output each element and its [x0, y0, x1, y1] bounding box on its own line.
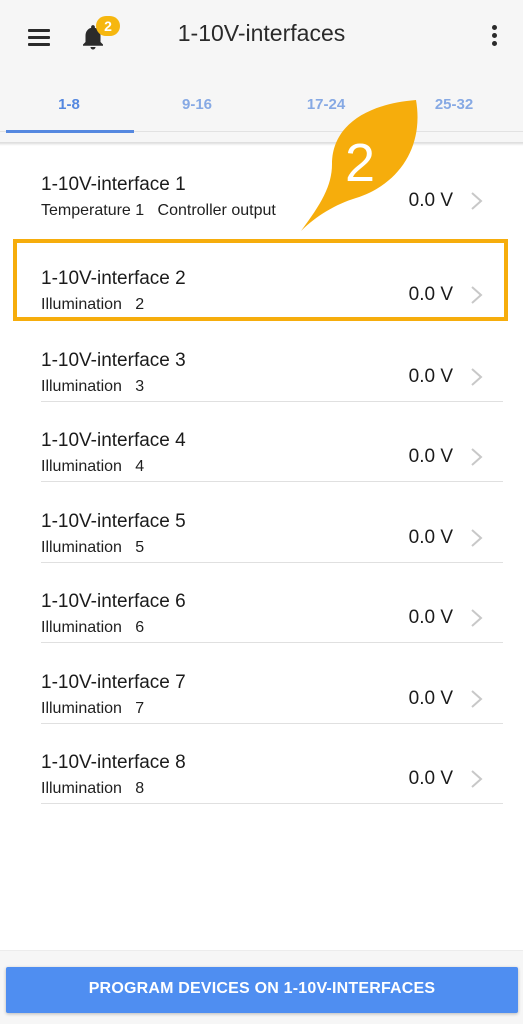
chevron-right-icon	[471, 690, 483, 708]
list-item[interactable]: 1-10V-interface 5 Illumination 5 0.0 V	[0, 483, 523, 563]
list-item[interactable]: 1-10V-interface 4 Illumination 4 0.0 V	[0, 402, 523, 482]
item-name: 1-10V-interface 8	[41, 752, 186, 773]
item-name: 1-10V-interface 7	[41, 672, 186, 693]
item-value: 0.0 V	[408, 366, 453, 387]
more-vert-icon[interactable]	[484, 22, 504, 50]
list-item[interactable]: 1-10V-interface 8 Illumination 8 0.0 V	[0, 724, 523, 804]
row-divider	[41, 803, 503, 804]
chevron-right-icon	[471, 448, 483, 466]
item-value: 0.0 V	[408, 607, 453, 628]
item-name: 1-10V-interface 1	[41, 174, 186, 195]
item-subtitle: Temperature 1 Controller output	[41, 202, 276, 219]
list-item[interactable]: 1-10V-interface 1 Temperature 1 Controll…	[0, 146, 523, 226]
chevron-right-icon	[471, 609, 483, 627]
item-value: 0.0 V	[408, 768, 453, 789]
chevron-right-icon	[471, 770, 483, 788]
item-name: 1-10V-interface 5	[41, 511, 186, 532]
chevron-right-icon	[471, 192, 483, 210]
row-divider	[41, 642, 503, 643]
item-value: 0.0 V	[408, 446, 453, 467]
app-bar: 2 1-10V-interfaces 1-8 9-16 17-24 25-32	[0, 0, 523, 144]
program-devices-button[interactable]: PROGRAM DEVICES ON 1-10V-INTERFACES	[6, 967, 518, 1013]
item-subtitle: Illumination 5	[41, 539, 145, 556]
active-tab-indicator	[6, 130, 134, 133]
item-name: 1-10V-interface 4	[41, 430, 186, 451]
item-value: 0.0 V	[408, 527, 453, 548]
list-item[interactable]: 1-10V-interface 6 Illumination 6 0.0 V	[0, 563, 523, 643]
row-divider	[41, 481, 503, 482]
list-item[interactable]: 1-10V-interface 7 Illumination 7 0.0 V	[0, 644, 523, 724]
item-subtitle: Illumination 8	[41, 780, 145, 797]
item-name: 1-10V-interface 3	[41, 350, 186, 371]
chevron-right-icon	[471, 529, 483, 547]
item-subtitle: Illumination 4	[41, 458, 145, 475]
tab-bar: 1-8 9-16 17-24 25-32	[0, 84, 523, 136]
page-title: 1-10V-interfaces	[177, 20, 346, 46]
highlight-frame	[13, 239, 508, 321]
chevron-right-icon	[471, 368, 483, 386]
tab-9-16[interactable]: 9-16	[132, 84, 262, 130]
callout-number: 2	[345, 133, 376, 193]
item-value: 0.0 V	[408, 688, 453, 709]
item-name: 1-10V-interface 6	[41, 591, 186, 612]
list-item[interactable]: 1-10V-interface 3 Illumination 3 0.0 V	[0, 322, 523, 402]
tab-1-8[interactable]: 1-8	[4, 84, 134, 130]
item-subtitle: Illumination 6	[41, 619, 145, 636]
item-subtitle: Illumination 7	[41, 700, 145, 717]
item-subtitle: Illumination 3	[41, 378, 145, 395]
